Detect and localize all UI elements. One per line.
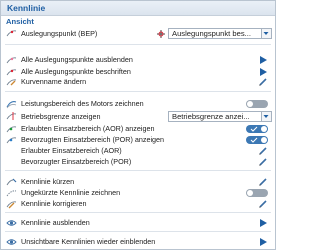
- motor-range-icon: [6, 101, 17, 109]
- pencil-icon[interactable]: [258, 157, 268, 167]
- shorten-curve-icon: [6, 178, 17, 186]
- hide-curve-label: Kennlinie ausblenden: [21, 218, 90, 227]
- pencil-icon[interactable]: [258, 177, 268, 187]
- show-hidden-row[interactable]: Unsichtbare Kennlinien wieder einblenden: [1, 237, 275, 247]
- unshortened-curve-icon: [6, 190, 17, 197]
- pencil-icon[interactable]: [258, 199, 268, 209]
- separator: [5, 212, 271, 213]
- pencil-icon[interactable]: [258, 146, 268, 156]
- label-points-row[interactable]: Alle Auslegungspunkte beschriften: [1, 67, 275, 77]
- por-icon: [6, 137, 17, 144]
- eye-icon: [6, 220, 17, 226]
- chevron-down-icon[interactable]: [261, 29, 271, 38]
- correct-curve-icon: [6, 201, 17, 209]
- por-show-row[interactable]: Bevorzugten Einsatzbereich (POR) anzeige…: [1, 135, 275, 145]
- label-points-icon: [6, 69, 17, 76]
- play-icon[interactable]: [258, 237, 268, 247]
- panel-title: Kennlinie: [1, 1, 275, 16]
- separator: [5, 44, 271, 45]
- play-icon[interactable]: [258, 55, 268, 65]
- curve-point-icon: [6, 30, 17, 37]
- aor-row[interactable]: Erlaubter Einsatzbereich (AOR): [1, 146, 275, 156]
- operating-limit-icon: [6, 112, 17, 120]
- motor-range-row[interactable]: Leistungsbereich des Motors zeichnen: [1, 99, 275, 109]
- separator: [5, 91, 271, 92]
- correct-curve-label: Kennlinie korrigieren: [21, 199, 87, 208]
- aor-toggle[interactable]: [246, 125, 268, 133]
- operating-limit-select[interactable]: Betriebsgrenze anzei...: [168, 111, 272, 122]
- operating-limit-label: Betriebsgrenze anzeigen: [21, 112, 101, 121]
- motor-range-label: Leistungsbereich des Motors zeichnen: [21, 99, 144, 108]
- design-point-marker-icon: [157, 30, 165, 38]
- aor-label: Erlaubter Einsatzbereich (AOR): [21, 146, 122, 155]
- section-ansicht: Ansicht: [6, 17, 34, 26]
- design-point-select[interactable]: Auslegungspunkt bes...: [168, 28, 272, 39]
- correct-curve-row[interactable]: Kennlinie korrigieren: [1, 199, 275, 209]
- por-show-label: Bevorzugten Einsatzbereich (POR) anzeige…: [21, 135, 165, 144]
- design-point-label: Auslegungspunkt (BEP): [21, 29, 98, 38]
- por-row[interactable]: Bevorzugter Einsatzbereich (POR): [1, 157, 275, 167]
- chevron-down-icon[interactable]: [261, 112, 271, 121]
- hide-points-row[interactable]: Alle Auslegungspunkte ausblenden: [1, 55, 275, 65]
- play-icon[interactable]: [258, 67, 268, 77]
- eye-icon: [6, 239, 17, 245]
- play-icon[interactable]: [258, 218, 268, 228]
- kennlinie-panel: Kennlinie Ansicht Auslegungspunkt (BEP) …: [0, 0, 276, 250]
- separator: [5, 170, 271, 171]
- design-point-row: Auslegungspunkt (BEP) Auslegungspunkt be…: [1, 28, 275, 40]
- aor-icon: [6, 126, 17, 133]
- shorten-curve-row[interactable]: Kennlinie kürzen: [1, 177, 275, 187]
- draw-unshortened-row[interactable]: Ungekürzte Kennlinie zeichnen: [1, 188, 275, 198]
- operating-limit-select-value: Betriebsgrenze anzei...: [172, 112, 250, 121]
- operating-limit-row: Betriebsgrenze anzeigen Betriebsgrenze a…: [1, 111, 275, 122]
- draw-unshortened-label: Ungekürzte Kennlinie zeichnen: [21, 188, 121, 197]
- pencil-icon[interactable]: [258, 77, 268, 87]
- rename-curve-row[interactable]: Kurvenname ändern: [1, 77, 275, 87]
- motor-range-toggle[interactable]: [246, 100, 268, 108]
- draw-unshortened-toggle[interactable]: [246, 189, 268, 197]
- aor-show-label: Erlaubten Einsatzbereich (AOR) anzeigen: [21, 124, 155, 133]
- por-toggle[interactable]: [246, 136, 268, 144]
- design-point-select-value: Auslegungspunkt bes...: [172, 29, 251, 38]
- label-points-label: Alle Auslegungspunkte beschriften: [21, 67, 131, 76]
- hide-curve-row[interactable]: Kennlinie ausblenden: [1, 218, 275, 228]
- show-hidden-label: Unsichtbare Kennlinien wieder einblenden: [21, 237, 156, 246]
- shorten-curve-label: Kennlinie kürzen: [21, 177, 75, 186]
- rename-curve-icon: [6, 79, 17, 86]
- hide-points-label: Alle Auslegungspunkte ausblenden: [21, 55, 133, 64]
- hide-points-icon: [6, 57, 17, 64]
- aor-show-row[interactable]: Erlaubten Einsatzbereich (AOR) anzeigen: [1, 124, 275, 134]
- separator: [5, 231, 271, 232]
- por-label: Bevorzugter Einsatzbereich (POR): [21, 157, 132, 166]
- rename-curve-label: Kurvenname ändern: [21, 77, 87, 86]
